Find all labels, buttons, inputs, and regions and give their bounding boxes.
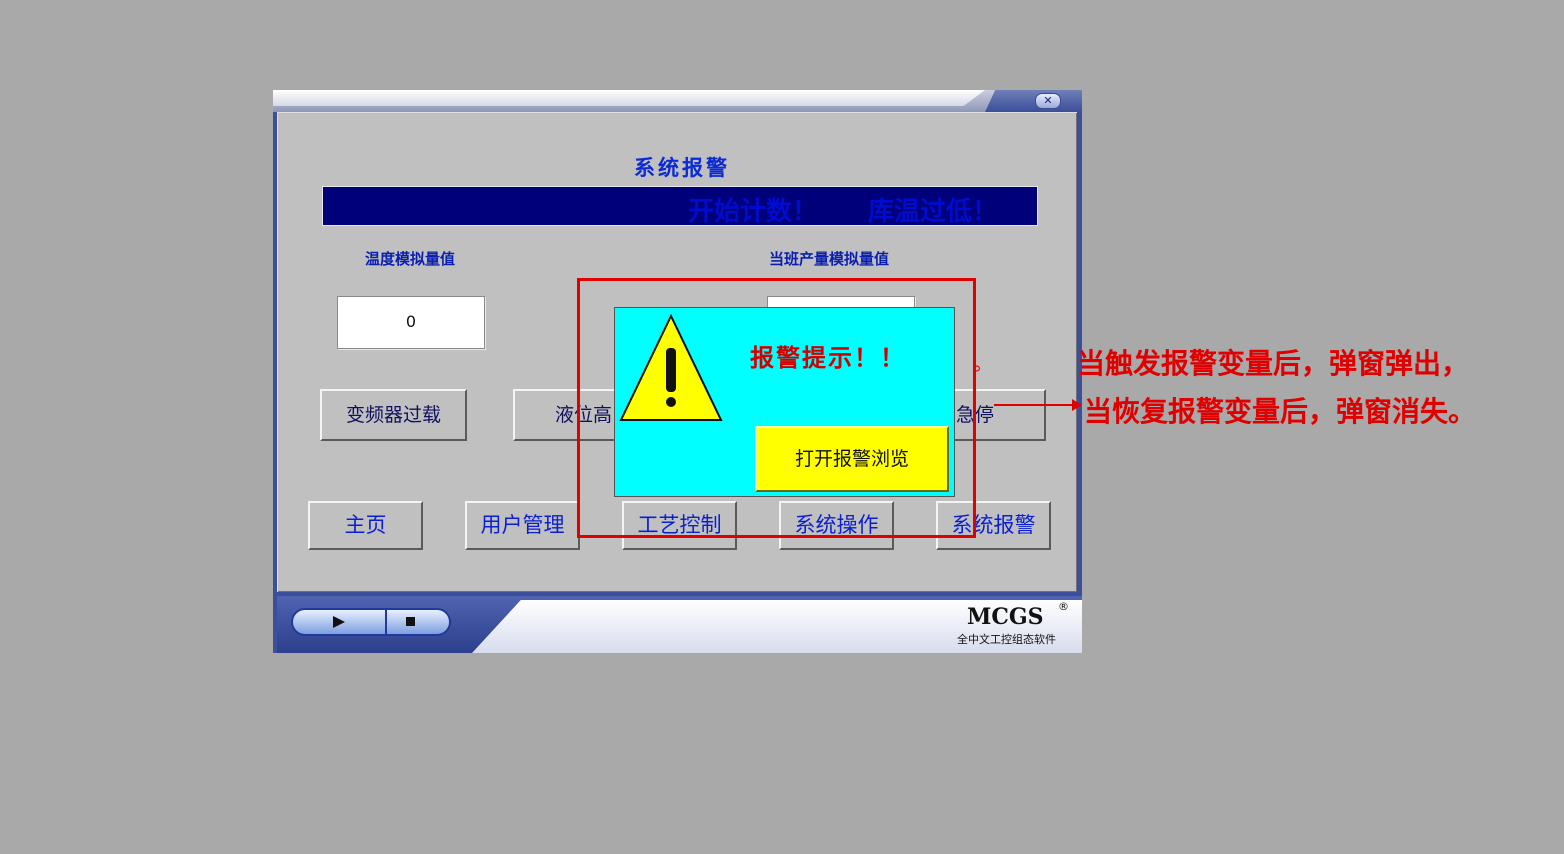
temperature-label: 温度模拟量值 bbox=[365, 250, 456, 268]
brand-logo: MCGS bbox=[967, 604, 1044, 630]
marquee-text-2: 库温过低！ bbox=[868, 197, 999, 226]
alarm-marquee-bar: 开始计数！ 库温过低！ bbox=[322, 186, 1038, 226]
registered-mark: ® bbox=[1058, 600, 1069, 613]
close-icon: ✕ bbox=[1043, 94, 1053, 107]
highlight-frame bbox=[577, 278, 976, 538]
annotation-arrow-icon bbox=[994, 399, 1082, 411]
annotation-line-2: 当恢复报警变量后，弹窗消失。 bbox=[1084, 395, 1477, 428]
temperature-value-field[interactable]: 0 bbox=[337, 296, 485, 349]
play-icon[interactable] bbox=[333, 616, 345, 628]
title-bar-highlight bbox=[273, 90, 985, 106]
close-button[interactable]: ✕ bbox=[1035, 93, 1061, 109]
annotation-line-1: 当触发报警变量后，弹窗弹出， bbox=[1077, 347, 1470, 380]
annotation-dot: 。 bbox=[973, 351, 993, 375]
bottom-player-bar: MCGS ® 全中文工控组态软件 bbox=[277, 596, 1082, 653]
marquee-text-1: 开始计数！ bbox=[688, 197, 819, 226]
production-label: 当班产量模拟量值 bbox=[769, 250, 890, 268]
nav-button-home[interactable]: 主页 bbox=[308, 501, 423, 550]
page-title: 系统报警 bbox=[634, 155, 730, 180]
stop-icon[interactable] bbox=[406, 617, 415, 626]
player-controls bbox=[291, 608, 451, 636]
title-bar-accent bbox=[985, 90, 1082, 112]
alarm-button-inverter-overload[interactable]: 变频器过载 bbox=[320, 389, 467, 441]
nav-button-user-management[interactable]: 用户管理 bbox=[465, 501, 580, 550]
player-divider bbox=[385, 610, 387, 634]
brand-subtitle: 全中文工控组态软件 bbox=[957, 633, 1056, 646]
